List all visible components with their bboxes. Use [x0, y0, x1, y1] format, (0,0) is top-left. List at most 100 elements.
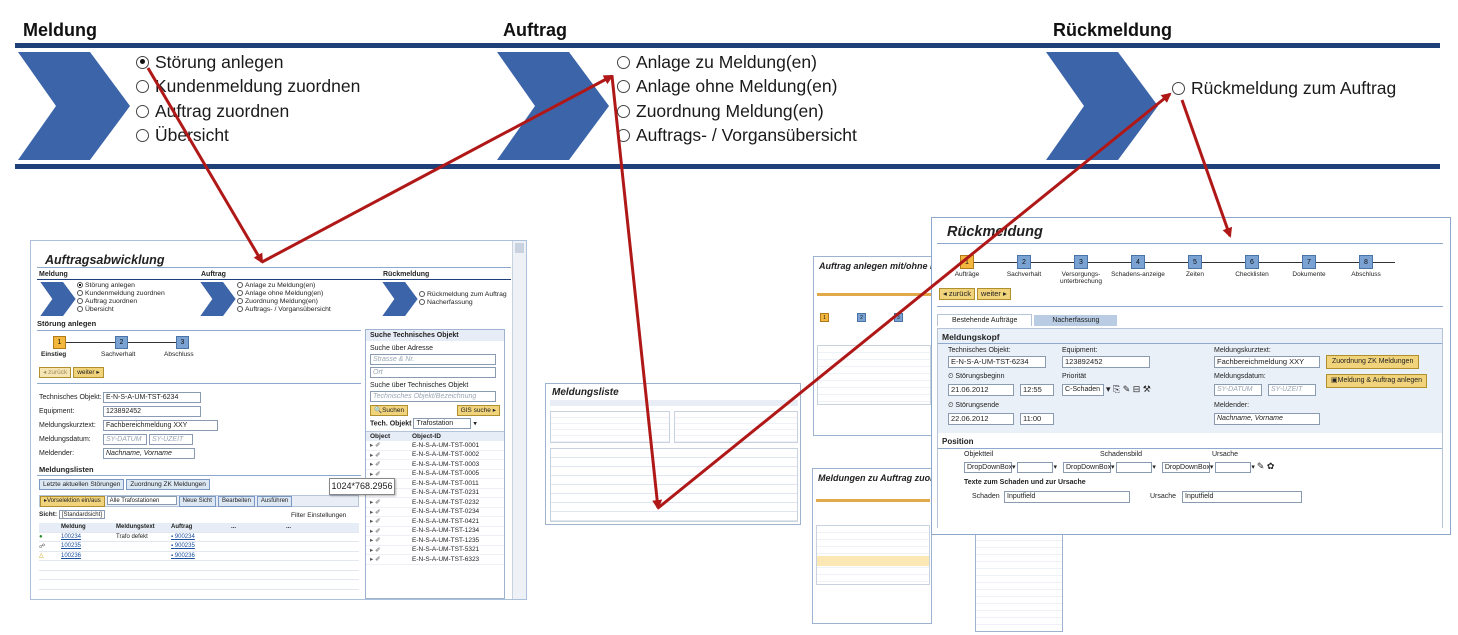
- datum-field[interactable]: SY-DATUM: [103, 433, 147, 445]
- step-8[interactable]: 8: [1359, 255, 1373, 269]
- option-zuordnung-meldung[interactable]: Zuordnung Meldung(en): [617, 99, 857, 124]
- tab-bestehende[interactable]: Bestehende Aufträge: [937, 314, 1033, 326]
- radio-icon[interactable]: [617, 80, 630, 94]
- scrollbar[interactable]: [512, 241, 526, 599]
- radio-icon[interactable]: [77, 290, 83, 297]
- meldung-link[interactable]: 100235: [61, 543, 116, 549]
- radio-icon[interactable]: [419, 299, 425, 306]
- radio-icon[interactable]: [419, 291, 425, 298]
- radio-icon[interactable]: [617, 129, 630, 143]
- object-row[interactable]: ▸ ✐ E-N-S-A-UM-TST-1235: [366, 536, 504, 546]
- step-1[interactable]: 1: [53, 336, 66, 349]
- object-row[interactable]: ▸ ✐ E-N-S-A-UM-TST-0001: [366, 441, 504, 451]
- back-button[interactable]: ◂ zurück: [39, 367, 72, 379]
- ende-date-field[interactable]: 22.06.2012: [948, 413, 1014, 425]
- schaden-input[interactable]: Inputfield: [1004, 491, 1130, 503]
- mini-option[interactable]: Anlage ohne Meldung(en): [237, 290, 331, 298]
- mini-option[interactable]: Auftrags- / Vorgansübersicht: [237, 306, 331, 314]
- beginn-time-field[interactable]: 12:55: [1020, 384, 1054, 396]
- radio-icon[interactable]: [237, 298, 243, 305]
- option-anlage-ohne-meldung[interactable]: Anlage ohne Meldung(en): [617, 75, 857, 100]
- step-3[interactable]: 3: [176, 336, 189, 349]
- object-row[interactable]: ▸ ✐ E-N-S-A-UM-TST-1234: [366, 527, 504, 537]
- radio-selected-icon[interactable]: [77, 282, 83, 289]
- beginn-date-field[interactable]: 21.06.2012: [948, 384, 1014, 396]
- tab-nacherfassung[interactable]: Nacherfassung: [1034, 315, 1118, 326]
- step-1[interactable]: 1: [960, 255, 974, 269]
- option-auftragsuebersicht[interactable]: Auftrags- / Vorgansübersicht: [617, 124, 857, 149]
- radio-icon[interactable]: [77, 306, 83, 313]
- step-2[interactable]: 2: [115, 336, 128, 349]
- option-anlage-zu-meldung[interactable]: Anlage zu Meldung(en): [617, 50, 857, 75]
- sicht-select[interactable]: [Standardsicht]: [58, 510, 105, 519]
- equipment-field[interactable]: 123892452: [103, 405, 201, 417]
- station-select[interactable]: Alle Trafostationen: [106, 496, 177, 505]
- option-stoerung-anlegen[interactable]: Störung anlegen: [136, 50, 360, 75]
- step-5[interactable]: 5: [1188, 255, 1202, 269]
- ursache-code[interactable]: [1215, 461, 1252, 473]
- auftrag-link[interactable]: ▪ 900236: [171, 553, 231, 559]
- object-row[interactable]: ▸ ✐ E-N-S-A-UM-TST-0002: [366, 451, 504, 461]
- ursache-dropdown[interactable]: DropDownBox: [1161, 461, 1210, 473]
- scroll-up-icon[interactable]: [515, 243, 524, 253]
- melder-field[interactable]: Nachname, Vorname: [103, 447, 195, 459]
- radio-icon[interactable]: [617, 55, 630, 69]
- next-button[interactable]: weiter ▸: [976, 288, 1011, 301]
- tech-object-field[interactable]: E-N-S-A-UM-TST-6234: [948, 356, 1046, 368]
- radio-icon[interactable]: [237, 282, 243, 289]
- mini-option[interactable]: Rückmeldung zum Auftrag: [419, 291, 507, 299]
- bearbeiten-button[interactable]: Bearbeiten: [217, 496, 255, 507]
- toolbar-icons[interactable]: ▾ ⎘ ✎ ⊟ ⚒: [1106, 384, 1151, 395]
- einstellungen-link[interactable]: Einstellungen: [307, 512, 346, 519]
- object-row[interactable]: ▸ ✐ E-N-S-A-UM-TST-0003: [366, 460, 504, 470]
- auftrag-link[interactable]: ▪ 900235: [171, 543, 231, 549]
- radio-icon[interactable]: [77, 298, 83, 305]
- step-3[interactable]: 3: [1074, 255, 1088, 269]
- ursache-input[interactable]: Inputfield: [1182, 491, 1302, 503]
- step-6[interactable]: 6: [1245, 255, 1259, 269]
- object-row[interactable]: ▸ ✐ E-N-S-A-UM-TST-6323: [366, 555, 504, 565]
- objteil-code[interactable]: [1017, 461, 1054, 473]
- object-row[interactable]: ▸ ✐ E-N-S-A-UM-TST-0232: [366, 498, 504, 508]
- prio-select[interactable]: C-Schaden: [1062, 384, 1104, 396]
- tech-object-field[interactable]: E-N-S-A-UM-TST-6234: [103, 391, 201, 403]
- kurztext-field[interactable]: Fachbereichmeldung XXY: [1214, 356, 1320, 368]
- radio-icon[interactable]: [617, 104, 630, 118]
- zuordnung-button[interactable]: Zuordnung ZK Meldungen: [1326, 355, 1420, 369]
- back-button[interactable]: ◂ zurück: [939, 288, 975, 301]
- step-7[interactable]: 7: [1302, 255, 1316, 269]
- radio-icon[interactable]: [1172, 81, 1185, 95]
- suchen-button[interactable]: 🔍Suchen: [370, 404, 409, 416]
- option-rueckmeldung-auftrag[interactable]: Rückmeldung zum Auftrag: [1172, 76, 1396, 101]
- mini-option[interactable]: Kundenmeldung zuordnen: [77, 290, 165, 298]
- kurztext-field[interactable]: Fachbereichmeldung XXY: [103, 419, 218, 431]
- mini-option[interactable]: Störung anlegen: [77, 282, 165, 290]
- street-input[interactable]: Strasse & Nr.: [370, 354, 496, 365]
- anlegen-button[interactable]: ▣Meldung & Auftrag anlegen: [1326, 374, 1428, 388]
- next-button[interactable]: weiter ▸: [73, 367, 104, 379]
- ausfuehren-button[interactable]: Ausführen: [256, 496, 293, 507]
- objteil-dropdown[interactable]: DropDownBox: [964, 461, 1012, 473]
- neue-sicht-button[interactable]: Neue Sicht: [178, 496, 216, 507]
- mini-option[interactable]: Übersicht: [77, 306, 165, 314]
- object-row[interactable]: ▸ ✐ E-N-S-A-UM-TST-5321: [366, 546, 504, 556]
- radio-icon[interactable]: [136, 104, 149, 118]
- schadensbild-code[interactable]: [1116, 461, 1153, 473]
- radio-icon[interactable]: [237, 290, 243, 297]
- radio-selected-icon[interactable]: [136, 55, 149, 69]
- ort-input[interactable]: Ort: [370, 367, 496, 379]
- zeit-field[interactable]: SY-UZEIT: [148, 433, 193, 445]
- gis-button[interactable]: GIS suche ▸: [456, 404, 500, 416]
- zeit-field[interactable]: SY-UZEIT: [1268, 384, 1316, 396]
- mini-option[interactable]: Nacherfassung: [419, 299, 507, 307]
- step-2[interactable]: 2: [856, 313, 866, 322]
- letzte-button[interactable]: Letzte aktuellen Störungen: [39, 479, 125, 491]
- option-kundenmeldung[interactable]: Kundenmeldung zuordnen: [136, 75, 360, 100]
- option-uebersicht[interactable]: Übersicht: [136, 124, 360, 149]
- object-row[interactable]: ▸ ✐ E-N-S-A-UM-TST-0421: [366, 517, 504, 527]
- filter-link[interactable]: Filter: [291, 512, 305, 519]
- tech-search-input[interactable]: Technisches Objekt/Bezeichnung: [370, 391, 496, 403]
- mini-option[interactable]: Auftrag zuordnen: [77, 298, 165, 306]
- mini-option[interactable]: Zuordnung Meldung(en): [237, 298, 331, 306]
- step-2[interactable]: 2: [1017, 255, 1031, 269]
